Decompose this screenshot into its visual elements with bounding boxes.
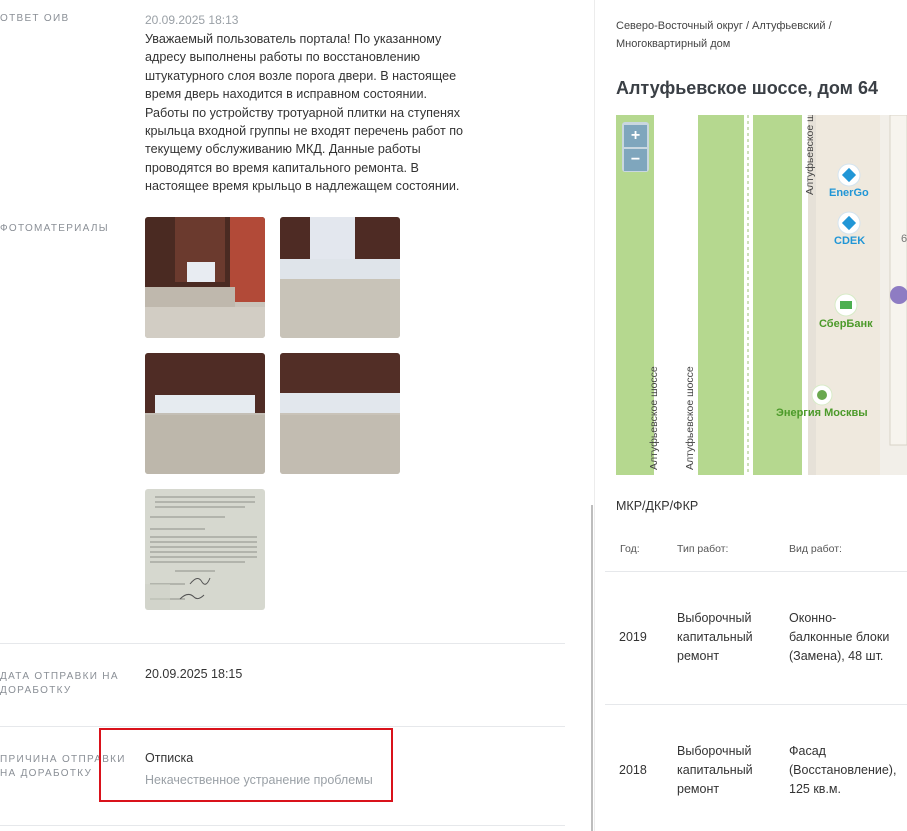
table-cell-year: 2018 — [619, 763, 647, 777]
table-cell-line: капитальный — [677, 763, 753, 777]
photo-thumbnail[interactable] — [280, 217, 400, 338]
highlight-box — [99, 728, 393, 802]
map-poi-cdek[interactable]: CDEK — [834, 235, 865, 247]
table-cell-line: 125 кв.м. — [789, 782, 841, 796]
table-cell-line: ремонт — [677, 782, 720, 796]
divider — [0, 643, 565, 644]
table-header-year: Год: — [620, 543, 640, 555]
answer-date: 20.09.2025 18:13 — [145, 13, 239, 27]
document-photo-thumbnail[interactable] — [145, 489, 265, 610]
photo-thumbnail[interactable] — [145, 353, 265, 474]
table-header-type: Тип работ: — [677, 543, 729, 555]
table-cell-line: Фасад — [789, 744, 826, 758]
answer-text: Уважаемый пользователь портала! По указа… — [145, 32, 464, 194]
table-cell-line: балконные блоки — [789, 630, 890, 644]
sent-date-label-line1: ДАТА ОТПРАВКИ НА — [0, 671, 119, 682]
table-cell-line: (Восстановление), — [789, 763, 897, 777]
table-cell-type: Выборочный капитальный ремонт — [677, 609, 753, 666]
scrollbar[interactable] — [591, 505, 593, 831]
photos-label: ФОТОМАТЕРИАЛЫ — [0, 223, 109, 234]
map-house-number: 6 — [901, 233, 907, 245]
map-poi-energiya[interactable]: Энергия Москвы — [776, 407, 868, 419]
breadcrumb-line1[interactable]: Северо-Восточный округ / Алтуфьевский / — [616, 17, 896, 35]
table-cell-line: ремонт — [677, 649, 720, 663]
breadcrumb: Северо-Восточный округ / Алтуфьевский / … — [616, 17, 896, 53]
map-street-label: Алтуфьевское шоссе — [684, 366, 696, 470]
table-cell-line: (Замена), 48 шт. — [789, 649, 884, 663]
sent-date-label-line2: ДОРАБОТКУ — [0, 685, 72, 696]
map-poi-sberbank[interactable]: СберБанк — [819, 318, 873, 330]
photo-thumbnail[interactable] — [280, 353, 400, 474]
breadcrumb-line2[interactable]: Многоквартирный дом — [616, 35, 896, 53]
table-cell-line: Оконно- — [789, 611, 837, 625]
sent-date-label: ДАТА ОТПРАВКИ НА ДОРАБОТКУ — [0, 670, 119, 698]
zoom-out-button[interactable]: − — [624, 149, 647, 171]
address-title: Алтуфьевское шоссе, дом 64 — [616, 78, 879, 98]
table-cell-kind: Оконно- балконные блоки (Замена), 48 шт. — [789, 609, 889, 666]
table-cell-type: Выборочный капитальный ремонт — [677, 742, 753, 799]
sent-date-value: 20.09.2025 18:15 — [145, 667, 243, 681]
table-cell-line: Выборочный — [677, 611, 752, 625]
photo-thumbnail[interactable] — [145, 217, 265, 338]
table-cell-line: Выборочный — [677, 744, 752, 758]
table-cell-year: 2019 — [619, 630, 647, 644]
map[interactable]: Алтуфьевское шоссе Алтуфьевское шоссе Ал… — [616, 115, 907, 475]
table-header-kind: Вид работ: — [789, 543, 842, 555]
answer-label: ОТВЕТ ОИВ — [0, 13, 70, 24]
table-cell-line: капитальный — [677, 630, 753, 644]
map-street-label: Алтуфьевское ш — [804, 115, 816, 195]
map-street-label: Алтуфьевское шоссе — [648, 366, 660, 470]
table-divider — [605, 571, 907, 572]
table-divider — [605, 704, 907, 705]
column-divider — [594, 0, 595, 831]
divider — [0, 825, 565, 826]
works-section-title: МКР/ДКР/ФКР — [616, 499, 699, 513]
zoom-in-button[interactable]: + — [624, 125, 647, 147]
divider — [0, 726, 565, 727]
table-cell-kind: Фасад (Восстановление), 125 кв.м. — [789, 742, 896, 799]
map-poi-energo[interactable]: EnerGo — [829, 187, 869, 199]
